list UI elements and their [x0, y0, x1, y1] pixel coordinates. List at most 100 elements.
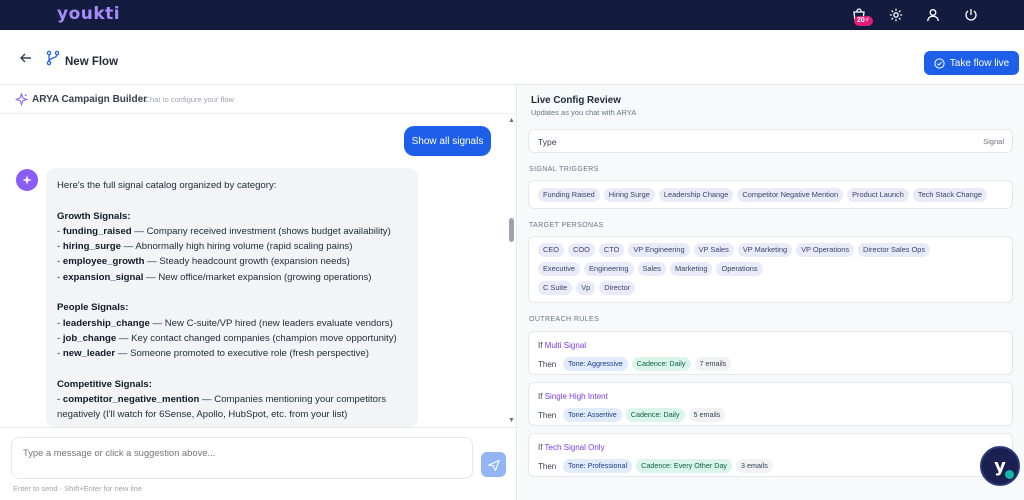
- check-circle-icon: [934, 57, 945, 69]
- persona-chip: VP Marketing: [737, 243, 793, 257]
- message-line: - expansion_signal — New office/market e…: [57, 270, 407, 285]
- rule-then-label: Then: [538, 462, 557, 471]
- persona-chip: VP Operations: [796, 243, 855, 257]
- message-line: [57, 285, 407, 300]
- message-line: Growth Signals:: [57, 209, 407, 224]
- send-button[interactable]: [481, 452, 506, 477]
- take-flow-live-label: Take flow live: [949, 57, 1010, 69]
- rule-condition: Multi Signal: [544, 341, 587, 350]
- email-count-chip: 7 emails: [694, 357, 732, 371]
- message-line: - leadership_change — New C-suite/VP hir…: [57, 316, 407, 331]
- message-line: - new_leader — Someone promoted to execu…: [57, 346, 407, 361]
- message-text: negatively (I'll watch for 6Sense, Apoll…: [57, 409, 348, 421]
- target-personas-label: TARGET PERSONAS: [529, 222, 604, 229]
- rule-chips: Tone: Professional Cadence: Every Other D…: [563, 459, 773, 473]
- persona-chip: Operations: [716, 262, 763, 276]
- live-config-subtitle: Updates as you chat with ARYA: [531, 108, 637, 117]
- scroll-up-arrow-icon[interactable]: ▲: [508, 117, 515, 124]
- page-title: New Flow: [65, 56, 119, 68]
- message-keyword: leadership_change: [62, 317, 150, 329]
- persona-chip: Executive: [538, 262, 581, 276]
- message-line: [57, 193, 407, 208]
- persona-chip: CEO: [538, 243, 565, 257]
- persona-chip: VP Engineering: [628, 243, 690, 257]
- chat-panel: ARYA Campaign Builder - Chat to configur…: [0, 85, 517, 500]
- cadence-chip: Cadence: Every Other Day: [636, 459, 733, 473]
- composer: Enter to send · Shift+Enter for new line: [0, 427, 517, 500]
- credits-badge: 20⚡: [854, 16, 873, 26]
- message-text: — New office/market expansion (growing o…: [143, 271, 372, 283]
- take-flow-live-button[interactable]: Take flow live: [924, 51, 1019, 75]
- persona-chips-row-2: Executive Engineering Sales Marketing Operat…: [538, 262, 763, 276]
- message-text: — Key contact changed companies (champio…: [116, 332, 397, 344]
- persona-chip: Engineering: [584, 262, 634, 276]
- message-keyword: Growth Signals:: [57, 210, 131, 222]
- email-count-chip: 5 emails: [688, 408, 726, 422]
- email-count-chip: 3 emails: [736, 459, 773, 473]
- tone-chip: Tone: Aggressive: [563, 357, 628, 371]
- persona-chip: COO: [568, 243, 595, 257]
- brand-logo[interactable]: youkti: [57, 4, 120, 24]
- persona-chip: C Suite: [538, 281, 573, 295]
- rule-chips: Tone: Assertive Cadence: Daily 5 emails: [563, 408, 726, 422]
- page-header: New Flow Take flow live: [0, 30, 1024, 85]
- scroll-down-arrow-icon[interactable]: ▼: [508, 417, 515, 424]
- send-icon: [487, 458, 500, 471]
- rule-if: If Tech Signal Only: [538, 443, 605, 452]
- status-dot: [1005, 470, 1014, 479]
- signal-trigger-chip: Leadership Change: [658, 188, 734, 202]
- rule-then-label: Then: [538, 411, 557, 420]
- persona-chip: Director Sales Ops: [858, 243, 931, 257]
- message-keyword: expansion_signal: [62, 271, 144, 283]
- chat-scrollbar-thumb[interactable]: [509, 218, 514, 242]
- sparkle-icon: [14, 92, 29, 107]
- cadence-chip: Cadence: Daily: [631, 357, 691, 371]
- message-keyword: hiring_surge: [62, 241, 121, 253]
- builder-title: ARYA Campaign Builder: [32, 94, 148, 105]
- message-line: negatively (I'll watch for 6Sense, Apoll…: [57, 407, 407, 422]
- message-input[interactable]: [11, 437, 473, 479]
- signal-trigger-chip: Tech Stack Change: [912, 188, 987, 202]
- type-label: Type: [538, 137, 557, 147]
- message-line: People Signals:: [57, 300, 407, 315]
- signal-trigger-chip: Hiring Surge: [603, 188, 655, 202]
- rule-condition: Tech Signal Only: [544, 443, 605, 452]
- outreach-rule-card: If Tech Signal Only Then Tone: Professiona…: [528, 433, 1013, 477]
- persona-chips-row-1: CEO COO CTO VP Engineering VP Sales VP Market…: [538, 243, 931, 257]
- rule-then-label: Then: [538, 360, 557, 369]
- live-config-title: Live Config Review: [531, 95, 621, 106]
- rule-if: If Single High Intent: [538, 392, 608, 401]
- outreach-rule-card: If Multi Signal Then Tone: Aggressive Caden…: [528, 331, 1013, 375]
- message-line: - employee_growth — Steady headcount gro…: [57, 254, 407, 269]
- persona-chip: Sales: [637, 262, 666, 276]
- message-line: Here's the full signal catalog organized…: [57, 178, 407, 193]
- outreach-rule-card: If Single High Intent Then Tone: Assertive…: [528, 382, 1013, 426]
- message-line: - funding_raised — Company received inve…: [57, 224, 407, 239]
- signal-trigger-chip: Funding Raised: [538, 188, 600, 202]
- message-line: - hiring_surge — Abnormally high hiring …: [57, 239, 407, 254]
- message-keyword: job_change: [62, 332, 117, 344]
- signal-trigger-chip: Competitor Negative Mention: [737, 188, 844, 202]
- persona-chip: Vp: [576, 281, 596, 295]
- builder-subtitle: - Chat to configure your flow: [140, 95, 234, 104]
- assistant-message: Here's the full signal catalog organized…: [46, 168, 418, 428]
- message-text: — Abnormally high hiring volume (rapid s…: [120, 241, 353, 253]
- power-icon[interactable]: [963, 7, 979, 23]
- gear-icon[interactable]: [888, 7, 904, 23]
- composer-hint: Enter to send · Shift+Enter for new line: [13, 484, 143, 493]
- message-keyword: People Signals:: [57, 302, 129, 314]
- type-value: Signal: [983, 137, 1004, 146]
- rule-if-label: If: [538, 341, 543, 350]
- live-config-panel: Live Config Review Updates as you chat w…: [518, 85, 1024, 500]
- assistant-launcher-button[interactable]: y: [980, 446, 1020, 486]
- tone-chip: Tone: Professional: [563, 459, 633, 473]
- user-icon[interactable]: [925, 7, 941, 23]
- back-arrow-icon[interactable]: [18, 50, 34, 66]
- outreach-rules-label: OUTREACH RULES: [529, 316, 600, 323]
- message-keyword: Competitive Signals:: [57, 378, 152, 390]
- message-line: - competitor_negative_mention — Companie…: [57, 392, 407, 407]
- message-text: — Someone promoted to executive role (fr…: [115, 348, 369, 360]
- message-keyword: competitor_negative_mention: [62, 394, 200, 406]
- cadence-chip: Cadence: Daily: [625, 408, 685, 422]
- sparkle-icon: [22, 175, 32, 185]
